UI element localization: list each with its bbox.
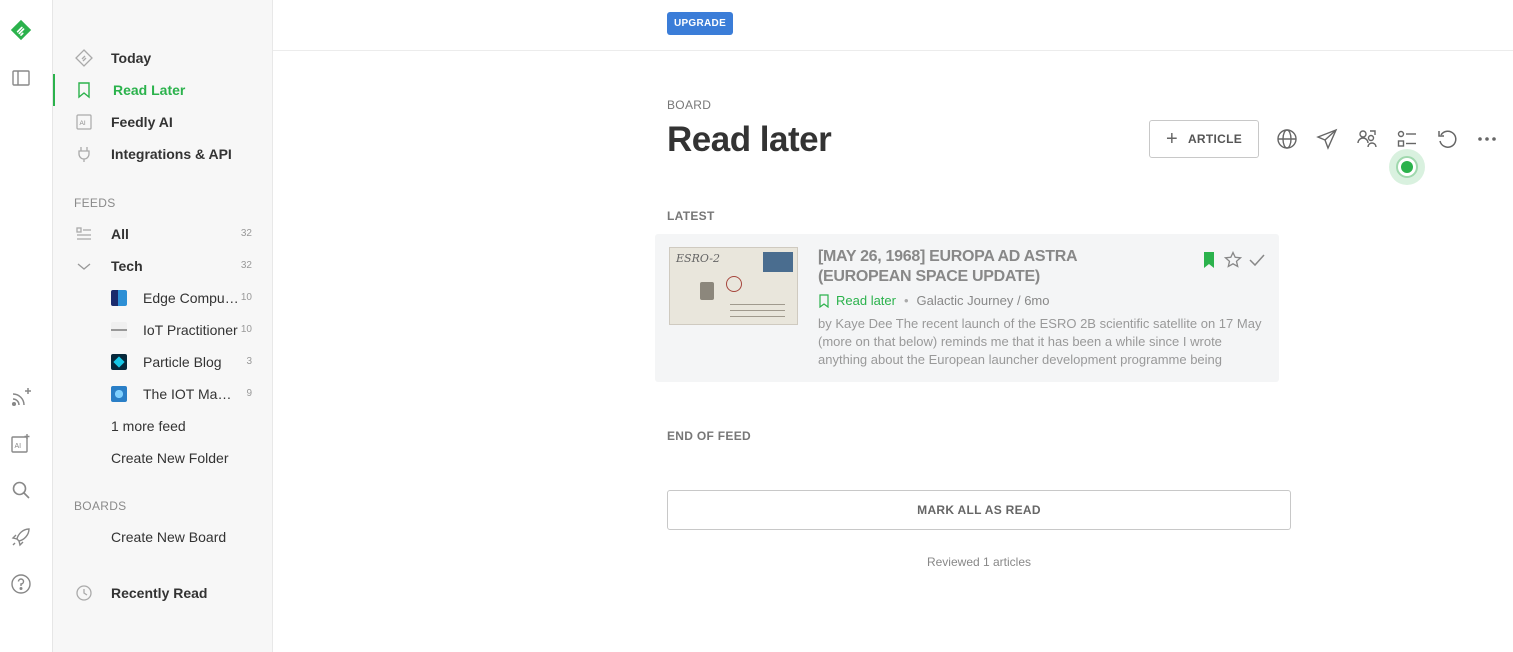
page-title: Read later — [667, 120, 832, 159]
rocket-icon[interactable] — [10, 526, 32, 548]
read-later-tag[interactable]: Read later — [818, 293, 896, 308]
satellite-graphic — [700, 282, 714, 300]
feed-all-count: 32 — [240, 228, 252, 239]
upgrade-button[interactable]: UPGRADE — [667, 12, 733, 35]
add-feed-icon[interactable] — [10, 386, 32, 408]
sidebar-toggle-icon[interactable] — [10, 67, 32, 89]
mark-read-check-icon[interactable] — [1248, 251, 1266, 269]
feed-label: The IOT Mag… — [143, 386, 239, 402]
article-thumbnail[interactable]: ESRO-2 — [669, 247, 798, 325]
top-bar: UPGRADE — [273, 0, 1513, 51]
svg-text:AI: AI — [15, 443, 22, 450]
feed-label: Particle Blog — [143, 354, 222, 370]
feedly-logo-icon[interactable] — [8, 17, 34, 43]
list-icon — [75, 225, 93, 243]
feed-edge-computing[interactable]: Edge Computi… 10 — [53, 282, 272, 314]
left-rail: AI — [0, 0, 53, 652]
nav-feedly-ai[interactable]: AI Feedly AI — [53, 106, 272, 138]
ai-icon: AI — [75, 113, 93, 131]
particle-blog-favicon — [111, 354, 127, 370]
folder-tech-count: 32 — [240, 260, 252, 271]
onboarding-hotspot[interactable] — [1389, 149, 1425, 185]
bookmark-small-icon — [819, 293, 829, 308]
svg-text:AI: AI — [80, 120, 86, 127]
meta-separator: • — [903, 293, 909, 308]
iot-magazine-favicon — [111, 386, 127, 402]
team-share-icon[interactable] — [1355, 127, 1379, 151]
sidebar: Today Read Later AI Feedly AI Integratio… — [53, 0, 273, 652]
feeds-header: FEEDS — [74, 196, 116, 210]
plus-icon: + — [1165, 127, 1178, 150]
article-meta: Read later • Galactic Journey / 6mo — [818, 293, 1050, 308]
list-view-icon[interactable] — [1395, 127, 1419, 151]
board-label: BOARD — [667, 98, 712, 112]
search-icon[interactable] — [10, 479, 32, 501]
nav-recently-read[interactable]: Recently Read — [53, 577, 272, 609]
nav-read-later-label: Read Later — [113, 82, 186, 98]
folder-tech[interactable]: Tech 32 — [53, 250, 272, 282]
feed-label: Edge Computi… — [143, 290, 239, 306]
boards-header: BOARDS — [74, 499, 127, 513]
nav-today[interactable]: Today — [53, 42, 272, 74]
create-board-link[interactable]: Create New Board — [111, 529, 226, 545]
read-later-tag-label: Read later — [836, 293, 896, 308]
article-source[interactable]: Galactic Journey / 6mo — [917, 293, 1050, 308]
feed-count: 10 — [240, 324, 252, 335]
feed-iot-practitioner[interactable]: IoT Practitioner 10 — [53, 314, 272, 346]
end-of-feed-label: END OF FEED — [667, 429, 751, 443]
article-card[interactable]: ESRO-2 [MAY 26, 1968] EUROPA AD ASTRA (E… — [655, 234, 1279, 382]
feed-iot-magazine[interactable]: The IOT Mag… 9 — [53, 378, 272, 410]
feed-count: 9 — [246, 388, 252, 399]
nav-integrations-label: Integrations & API — [111, 146, 232, 162]
globe-icon[interactable] — [1275, 127, 1299, 151]
feed-count: 3 — [246, 356, 252, 367]
bookmark-icon — [75, 81, 93, 99]
ai-feed-icon[interactable]: AI — [10, 432, 32, 454]
more-feeds-link[interactable]: 1 more feed — [111, 418, 186, 434]
feed-all[interactable]: All 32 — [53, 218, 272, 250]
address-line — [730, 316, 785, 317]
folder-tech-label: Tech — [111, 258, 143, 274]
nav-feedly-ai-label: Feedly AI — [111, 114, 173, 130]
nav-read-later[interactable]: Read Later — [53, 74, 272, 106]
hotspot-ring — [1396, 156, 1418, 178]
article-actions — [1200, 251, 1266, 269]
feed-count: 10 — [240, 292, 252, 303]
chevron-down-icon[interactable] — [75, 257, 93, 275]
clock-icon — [75, 584, 93, 602]
latest-label: LATEST — [667, 209, 715, 223]
article-title[interactable]: [MAY 26, 1968] EUROPA AD ASTRA (EUROPEAN… — [818, 247, 1118, 287]
saved-bookmark-icon[interactable] — [1200, 251, 1218, 269]
help-icon[interactable] — [10, 573, 32, 595]
nav-recently-read-label: Recently Read — [111, 585, 208, 601]
hotspot-dot — [1401, 161, 1413, 173]
today-icon — [75, 49, 93, 67]
feed-all-label: All — [111, 226, 129, 242]
add-article-label: ARTICLE — [1187, 132, 1243, 146]
plug-icon — [75, 145, 93, 163]
feed-label: IoT Practitioner — [143, 322, 238, 338]
reviewed-count: Reviewed 1 articles — [926, 555, 1032, 569]
add-article-button[interactable]: + ARTICLE — [1149, 120, 1259, 158]
more-options-icon[interactable] — [1475, 127, 1499, 151]
refresh-icon[interactable] — [1435, 127, 1459, 151]
star-icon[interactable] — [1224, 251, 1242, 269]
stamp-graphic — [763, 252, 793, 272]
feed-particle-blog[interactable]: Particle Blog 3 — [53, 346, 272, 378]
thumbnail-text: ESRO-2 — [676, 252, 720, 265]
article-summary: by Kaye Dee The recent launch of the ESR… — [818, 316, 1262, 367]
postmark-graphic — [726, 276, 742, 292]
address-line — [730, 310, 785, 311]
create-folder-link[interactable]: Create New Folder — [111, 450, 229, 466]
nav-today-label: Today — [111, 50, 152, 66]
mark-all-read-button[interactable]: MARK ALL AS READ — [667, 490, 1291, 530]
address-line — [730, 304, 785, 305]
send-icon[interactable] — [1315, 127, 1339, 151]
iot-practitioner-favicon — [111, 322, 127, 338]
nav-integrations[interactable]: Integrations & API — [53, 138, 272, 170]
edge-computing-favicon — [111, 290, 127, 306]
